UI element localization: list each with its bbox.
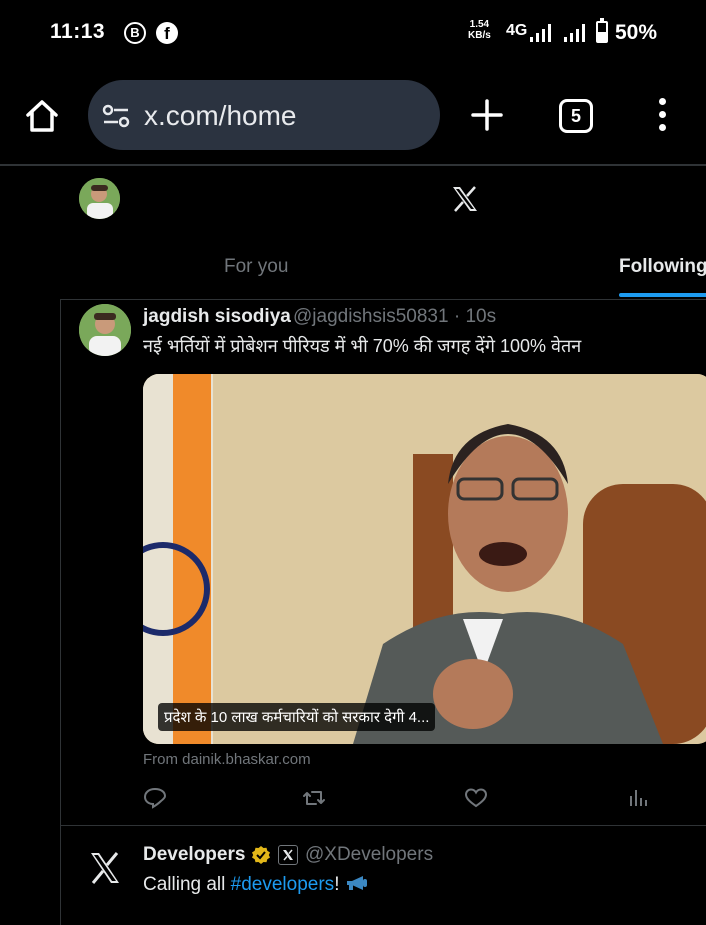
- link-card-image[interactable]: [143, 374, 706, 744]
- tweet-text: Calling all #developers!: [143, 874, 369, 896]
- reply-icon[interactable]: [143, 786, 167, 810]
- like-icon[interactable]: [464, 786, 488, 810]
- x-logo-icon[interactable]: [450, 184, 480, 214]
- tweet-handle-time[interactable]: @jagdishsis50831 · 10s: [293, 306, 496, 328]
- views-icon[interactable]: [626, 786, 650, 810]
- hashtag-link[interactable]: #developers: [231, 874, 335, 895]
- battery-icon: [596, 18, 608, 43]
- profile-avatar[interactable]: [79, 178, 120, 219]
- status-time: 11:13: [50, 20, 106, 43]
- net-speed: 1.54 KB/s: [468, 19, 491, 41]
- status-bar: 11:13 B f 1.54 KB/s 4G 50%: [0, 0, 706, 66]
- signal-icon: [530, 24, 552, 42]
- tweet-author-name[interactable]: jagdish sisodiya: [143, 306, 291, 328]
- divider: [60, 299, 706, 300]
- network-type: 4G: [506, 22, 528, 39]
- browser-toolbar: x.com/home 5: [0, 66, 706, 166]
- address-bar[interactable]: x.com/home: [88, 80, 440, 150]
- net-speed-value: 1.54: [469, 19, 490, 30]
- tab-active-indicator: [619, 293, 706, 297]
- url-text[interactable]: x.com/home: [144, 100, 297, 132]
- signal-icon: [564, 24, 586, 42]
- battery-percent: 50%: [615, 21, 658, 44]
- tab-following[interactable]: Following: [619, 256, 706, 278]
- tweet-text: नई भर्तियों में प्रोबेशन पीरियड में भी 7…: [143, 336, 582, 356]
- tabs-icon[interactable]: 5: [559, 99, 593, 133]
- retweet-icon[interactable]: [302, 786, 326, 810]
- tweet-handle[interactable]: @XDevelopers: [305, 844, 433, 866]
- tab-for-you[interactable]: For you: [224, 256, 288, 278]
- tweet-text-suffix: !: [334, 874, 340, 895]
- facebook-icon: f: [156, 22, 178, 44]
- tweet-author-avatar[interactable]: [79, 304, 131, 356]
- x-developers-avatar[interactable]: [88, 851, 122, 885]
- megaphone-icon: [345, 875, 369, 891]
- battery-fill: [598, 32, 606, 41]
- link-card-source[interactable]: From dainik.bhaskar.com: [143, 751, 311, 768]
- link-card-caption[interactable]: प्रदेश के 10 लाख कर्मचारियों को सरकार दे…: [158, 703, 436, 731]
- x-affiliate-icon: [278, 845, 298, 865]
- home-icon[interactable]: [22, 96, 62, 136]
- net-speed-unit: KB/s: [468, 30, 491, 41]
- tweet-text-prefix: Calling all: [143, 874, 231, 895]
- divider: [60, 825, 706, 826]
- more-vert-icon[interactable]: [655, 96, 669, 136]
- column-border: [60, 300, 61, 925]
- tweet-author-name[interactable]: Developers: [143, 844, 245, 866]
- beeper-icon: B: [124, 22, 146, 44]
- plus-icon[interactable]: [468, 96, 506, 134]
- verified-gold-icon: [251, 845, 271, 865]
- site-settings-icon[interactable]: [102, 104, 130, 128]
